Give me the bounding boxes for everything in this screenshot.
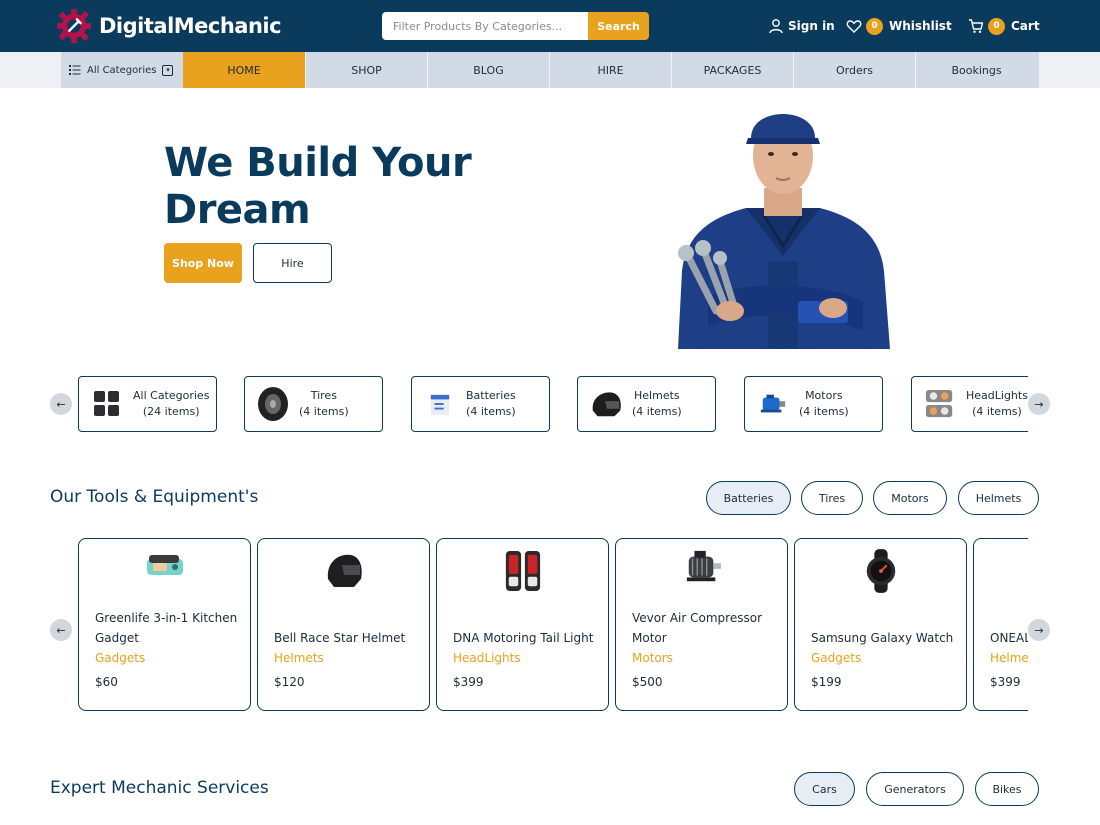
wishlist-count-badge: 0 bbox=[866, 17, 883, 35]
nav-item-blog[interactable]: BLOG bbox=[427, 52, 549, 88]
product-category: HeadLights bbox=[453, 651, 521, 665]
product-name: ONEAL Helmet bbox=[990, 631, 1028, 645]
all-categories-label: All Categories bbox=[87, 64, 157, 76]
wishlist-link[interactable]: 0 Whishlist bbox=[846, 15, 952, 37]
category-name: HeadLights bbox=[966, 389, 1028, 402]
category-card-headlights[interactable]: HeadLights (4 items) bbox=[911, 376, 1028, 432]
product-info: Bell Race Star Helmet Helmets $120 bbox=[274, 628, 419, 692]
gear-logo-icon bbox=[56, 8, 92, 44]
hire-button[interactable]: Hire bbox=[253, 243, 332, 283]
cart-link[interactable]: 0 Cart bbox=[968, 15, 1040, 37]
category-count: (4 items) bbox=[972, 405, 1022, 418]
search-input[interactable] bbox=[382, 12, 588, 40]
nav-item-orders[interactable]: Orders bbox=[793, 52, 915, 88]
product-name: Vevor Air Compressor Motor bbox=[632, 611, 763, 645]
tail-light-icon bbox=[437, 549, 608, 597]
product-price: $399 bbox=[453, 675, 484, 689]
cart-label: Cart bbox=[1011, 19, 1040, 33]
search-button[interactable]: Search bbox=[588, 12, 649, 40]
nav-item-packages[interactable]: PACKAGES bbox=[671, 52, 793, 88]
arrow-right-icon: → bbox=[1034, 623, 1044, 637]
product-price: $199 bbox=[811, 675, 842, 689]
product-price: $120 bbox=[274, 675, 305, 689]
arrow-right-icon: → bbox=[1034, 397, 1044, 411]
categories-next-arrow[interactable]: → bbox=[1028, 393, 1050, 415]
search-bar: Search bbox=[382, 12, 649, 40]
brand-logo[interactable]: DigitalMechanic bbox=[55, 6, 282, 46]
service-pill-cars[interactable]: Cars bbox=[794, 772, 855, 806]
headlight-icon bbox=[924, 386, 956, 422]
wishlist-label: Whishlist bbox=[889, 19, 952, 33]
filter-pill-helmets[interactable]: Helmets bbox=[958, 481, 1039, 515]
product-category: Helmets bbox=[990, 651, 1028, 665]
list-icon bbox=[69, 65, 81, 75]
service-pill-generators[interactable]: Generators bbox=[866, 772, 964, 806]
signin-link[interactable]: Sign in bbox=[768, 15, 835, 37]
category-text: HeadLights (4 items) bbox=[966, 388, 1028, 420]
kitchen-gadget-icon bbox=[79, 549, 250, 597]
product-name: Bell Race Star Helmet bbox=[274, 631, 406, 645]
nav-item-shop[interactable]: SHOP bbox=[305, 52, 427, 88]
product-price: $399 bbox=[990, 675, 1021, 689]
tools-section-title: Our Tools & Equipment's bbox=[50, 487, 259, 507]
top-header: DigitalMechanic Search Sign in 0 Whishli… bbox=[0, 0, 1100, 52]
categories-prev-arrow[interactable]: ← bbox=[50, 393, 72, 415]
shop-now-button[interactable]: Shop Now bbox=[164, 243, 242, 283]
product-info: Samsung Galaxy Watch Gadgets $199 bbox=[811, 628, 956, 692]
motor-icon bbox=[616, 549, 787, 597]
mechanic-hero-image bbox=[678, 114, 890, 349]
watch-icon bbox=[795, 549, 966, 597]
helmet-icon bbox=[258, 549, 429, 597]
product-card[interactable]: Greenlife 3-in-1 Kitchen Gadget Gadgets … bbox=[78, 538, 251, 711]
product-card[interactable]: Samsung Galaxy Watch Gadgets $199 bbox=[794, 538, 967, 711]
product-card[interactable]: Bell Race Star Helmet Helmets $120 bbox=[257, 538, 430, 711]
product-card[interactable]: DNA Motoring Tail Light HeadLights $399 bbox=[436, 538, 609, 711]
product-name: Samsung Galaxy Watch bbox=[811, 631, 954, 645]
main-nav: All Categories ▾ HOME SHOP BLOG HIRE PAC… bbox=[61, 52, 1039, 88]
product-category: Gadgets bbox=[95, 651, 146, 665]
user-icon bbox=[769, 19, 783, 34]
products-carousel: Greenlife 3-in-1 Kitchen Gadget Gadgets … bbox=[72, 532, 1028, 717]
nav-item-bookings[interactable]: Bookings bbox=[915, 52, 1037, 88]
hero-title: We Build Your Dream bbox=[164, 140, 472, 233]
nav-item-home[interactable]: HOME bbox=[183, 52, 305, 88]
filter-pill-batteries[interactable]: Batteries bbox=[706, 481, 791, 515]
product-category: Gadgets bbox=[811, 651, 862, 665]
nav-item-hire[interactable]: HIRE bbox=[549, 52, 671, 88]
heart-icon bbox=[846, 20, 862, 33]
product-info: Vevor Air Compressor Motor Motors $500 bbox=[632, 608, 777, 692]
product-card[interactable]: Vevor Air Compressor Motor Motors $500 bbox=[615, 538, 788, 711]
service-pill-bikes[interactable]: Bikes bbox=[975, 772, 1039, 806]
product-price: $60 bbox=[95, 675, 118, 689]
chevron-down-icon: ▾ bbox=[162, 64, 174, 76]
products-prev-arrow[interactable]: ← bbox=[50, 619, 72, 641]
categories-overflow-clip: HeadLights (4 items) bbox=[72, 370, 1028, 440]
product-card[interactable]: ONEAL Helmet Helmets $399 bbox=[973, 538, 1028, 711]
product-category: Helmets bbox=[274, 651, 324, 665]
products-next-arrow[interactable]: → bbox=[1028, 619, 1050, 641]
all-categories-dropdown[interactable]: All Categories ▾ bbox=[61, 52, 183, 88]
product-info: DNA Motoring Tail Light HeadLights $399 bbox=[453, 628, 598, 692]
product-info: ONEAL Helmet Helmets $399 bbox=[990, 628, 1028, 692]
brand-name: DigitalMechanic bbox=[99, 14, 282, 38]
product-price: $500 bbox=[632, 675, 663, 689]
product-category: Motors bbox=[632, 651, 673, 665]
cart-icon bbox=[969, 19, 984, 33]
product-name: Greenlife 3-in-1 Kitchen Gadget bbox=[95, 611, 238, 645]
filter-pill-tires[interactable]: Tires bbox=[801, 481, 863, 515]
product-name: DNA Motoring Tail Light bbox=[453, 631, 594, 645]
product-info: Greenlife 3-in-1 Kitchen Gadget Gadgets … bbox=[95, 608, 240, 692]
cart-count-badge: 0 bbox=[988, 17, 1005, 35]
filter-pill-motors[interactable]: Motors bbox=[873, 481, 947, 515]
arrow-left-icon: ← bbox=[56, 397, 66, 411]
signin-label: Sign in bbox=[788, 19, 835, 33]
services-section-title: Expert Mechanic Services bbox=[50, 778, 269, 798]
arrow-left-icon: ← bbox=[56, 623, 66, 637]
